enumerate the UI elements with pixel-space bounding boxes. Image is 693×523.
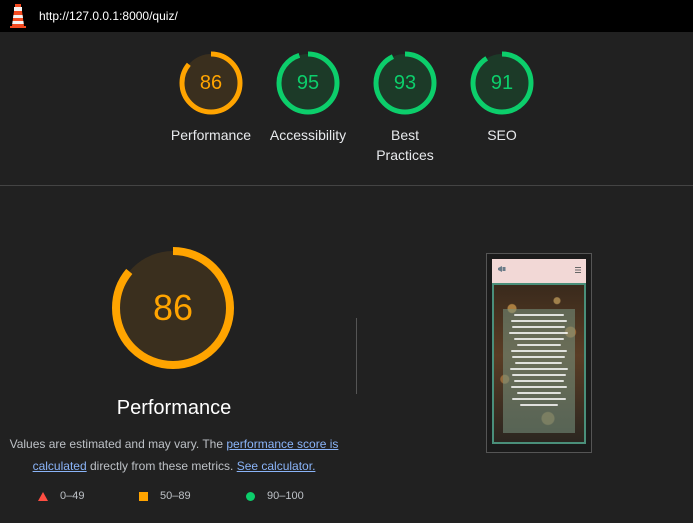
gauge-score: 86 bbox=[199, 72, 223, 94]
gauge-accessibility[interactable]: 95 Accessibility bbox=[258, 50, 358, 145]
lighthouse-icon bbox=[10, 4, 26, 28]
circle-icon bbox=[246, 491, 255, 501]
legend-label: 90–100 bbox=[267, 490, 304, 502]
legend-label: 0–49 bbox=[60, 490, 85, 502]
legend-pass: 90–100 bbox=[246, 490, 304, 502]
gauge-label: Best Practices bbox=[376, 127, 434, 163]
gauge-label: Performance bbox=[170, 127, 252, 143]
score-gauges: 86 Performance 95 Accessibility 93 Best … bbox=[0, 50, 693, 185]
megaphone-icon bbox=[498, 266, 506, 272]
legend-label: 50–89 bbox=[160, 490, 191, 502]
gauge-best-practices[interactable]: 93 Best Practices bbox=[355, 50, 455, 165]
gauge-score: 95 bbox=[296, 72, 320, 94]
page-screenshot-thumbnail[interactable] bbox=[486, 253, 592, 453]
gauge-seo[interactable]: 91 SEO bbox=[452, 50, 552, 145]
thumbnail-text-card bbox=[503, 309, 575, 433]
url-text: http://127.0.0.1:8000/quiz/ bbox=[39, 9, 178, 23]
score-legend: 0–49 50–89 90–100 bbox=[0, 490, 340, 510]
performance-title: Performance bbox=[116, 397, 232, 419]
thumbnail-header bbox=[492, 259, 586, 283]
desc-prefix: Values are estimated and may vary. The bbox=[9, 437, 227, 451]
thumbnail-body bbox=[492, 283, 586, 444]
square-icon bbox=[139, 491, 148, 501]
hamburger-menu-icon bbox=[575, 267, 581, 273]
performance-big-score: 86 bbox=[152, 287, 194, 328]
gauge-performance[interactable]: 86 Performance bbox=[161, 50, 261, 145]
gauge-score: 93 bbox=[393, 72, 417, 94]
section-divider bbox=[0, 185, 693, 186]
legend-fail: 0–49 bbox=[38, 490, 84, 502]
gauge-score: 91 bbox=[490, 72, 514, 94]
gauge-label: SEO bbox=[487, 127, 517, 143]
top-bar: http://127.0.0.1:8000/quiz/ bbox=[0, 0, 693, 32]
desc-middle: directly from these metrics. bbox=[86, 459, 237, 473]
score-description: Values are estimated and may vary. The p… bbox=[8, 433, 340, 477]
triangle-icon bbox=[38, 491, 48, 501]
see-calculator-link[interactable]: See calculator. bbox=[237, 459, 316, 473]
legend-average: 50–89 bbox=[139, 490, 191, 502]
vertical-divider bbox=[356, 318, 357, 394]
gauge-label: Accessibility bbox=[269, 127, 347, 143]
